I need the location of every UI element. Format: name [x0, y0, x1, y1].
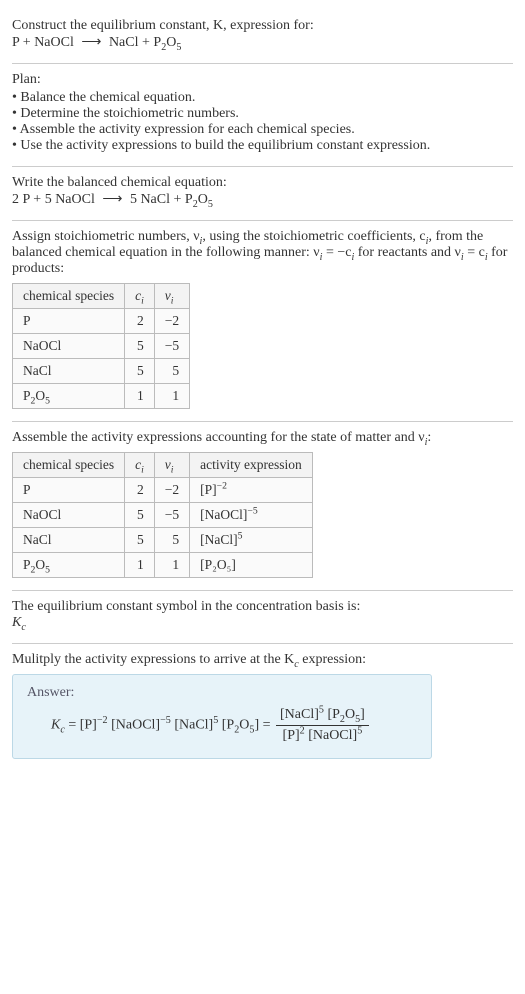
- stoich-text: Assign stoichiometric numbers, νi, using…: [12, 229, 513, 277]
- product-nacl: NaCl: [109, 35, 139, 50]
- col-species: chemical species: [13, 284, 125, 309]
- intro-line: Construct the equilibrium constant, K, e…: [12, 18, 513, 34]
- col-ci: ci: [125, 453, 155, 478]
- fraction-denominator: [P]2 [NaOCl]5: [276, 726, 369, 744]
- kc-symbol-line: The equilibrium constant symbol in the c…: [12, 599, 513, 615]
- table-row: NaOCl5−5: [13, 334, 190, 359]
- table-row: P2O511[P₂O₅]: [13, 553, 313, 578]
- intro-text: Construct the equilibrium constant, K, e…: [12, 18, 314, 33]
- table-row: P2−2: [13, 309, 190, 334]
- table-row: P2O511: [13, 384, 190, 409]
- table-header-row: chemical species ci νi activity expressi…: [13, 453, 313, 478]
- table-row: NaCl55: [13, 359, 190, 384]
- col-vi: νi: [154, 453, 189, 478]
- final-section: Mulitply the activity expressions to arr…: [12, 644, 513, 771]
- multiply-line: Mulitply the activity expressions to arr…: [12, 652, 513, 668]
- answer-box: Answer: Kc = [P]−2 [NaOCl]−5 [NaCl]5 [P2…: [12, 674, 432, 759]
- col-vi: νi: [154, 284, 189, 309]
- activity-section: Assemble the activity expressions accoun…: [12, 422, 513, 591]
- balanced-section: Write the balanced chemical equation: 2 …: [12, 167, 513, 221]
- plan-section: Plan: • Balance the chemical equation. •…: [12, 64, 513, 167]
- coef-nacl: 5 NaCl: [130, 192, 170, 207]
- plus: +: [19, 35, 34, 50]
- table-header-row: chemical species ci νi: [13, 284, 190, 309]
- intro-section: Construct the equilibrium constant, K, e…: [12, 10, 513, 64]
- plan-list: • Balance the chemical equation. • Deter…: [12, 90, 513, 154]
- fraction-numerator: [NaCl]5 [P2O5]: [276, 707, 369, 726]
- kc-expression: Kc = [P]−2 [NaOCl]−5 [NaCl]5 [P2O5] = [N…: [27, 707, 417, 744]
- col-activity: activity expression: [190, 453, 313, 478]
- intro-equation: P + NaOCl ⟶ NaCl + P2O5: [12, 34, 513, 51]
- coef-p2o5: P2O5: [185, 192, 213, 207]
- arrow-icon: ⟶: [98, 192, 126, 207]
- coef-naocl: 5 NaOCl: [45, 192, 95, 207]
- reactant-naocl: NaOCl: [34, 35, 74, 50]
- balanced-equation: 2 P + 5 NaOCl ⟶ 5 NaCl + P2O5: [12, 191, 513, 208]
- plan-item: • Determine the stoichiometric numbers.: [12, 106, 513, 122]
- col-species: chemical species: [13, 453, 125, 478]
- table-row: NaOCl5−5[NaOCl]−5: [13, 503, 313, 528]
- stoich-section: Assign stoichiometric numbers, νi, using…: [12, 221, 513, 422]
- product-p2o5: P2O5: [153, 35, 181, 50]
- plan-item: • Use the activity expressions to build …: [12, 138, 513, 154]
- plan-title: Plan:: [12, 72, 513, 88]
- plan-item: • Balance the chemical equation.: [12, 90, 513, 106]
- table-row: P2−2[P]−2: [13, 478, 313, 503]
- activity-text: Assemble the activity expressions accoun…: [12, 430, 513, 446]
- plan-item: • Assemble the activity expression for e…: [12, 122, 513, 138]
- col-ci: ci: [125, 284, 155, 309]
- balanced-title: Write the balanced chemical equation:: [12, 175, 513, 191]
- answer-label: Answer:: [27, 685, 417, 701]
- arrow-icon: ⟶: [77, 35, 105, 50]
- stoich-table: chemical species ci νi P2−2 NaOCl5−5 NaC…: [12, 283, 190, 409]
- kc-symbol-section: The equilibrium constant symbol in the c…: [12, 591, 513, 644]
- kc-symbol: Kc: [12, 615, 513, 631]
- table-row: NaCl55[NaCl]5: [13, 528, 313, 553]
- activity-table: chemical species ci νi activity expressi…: [12, 452, 313, 578]
- coef-p: 2 P: [12, 192, 30, 207]
- fraction: [NaCl]5 [P2O5] [P]2 [NaOCl]5: [276, 707, 369, 744]
- plus: +: [139, 35, 154, 50]
